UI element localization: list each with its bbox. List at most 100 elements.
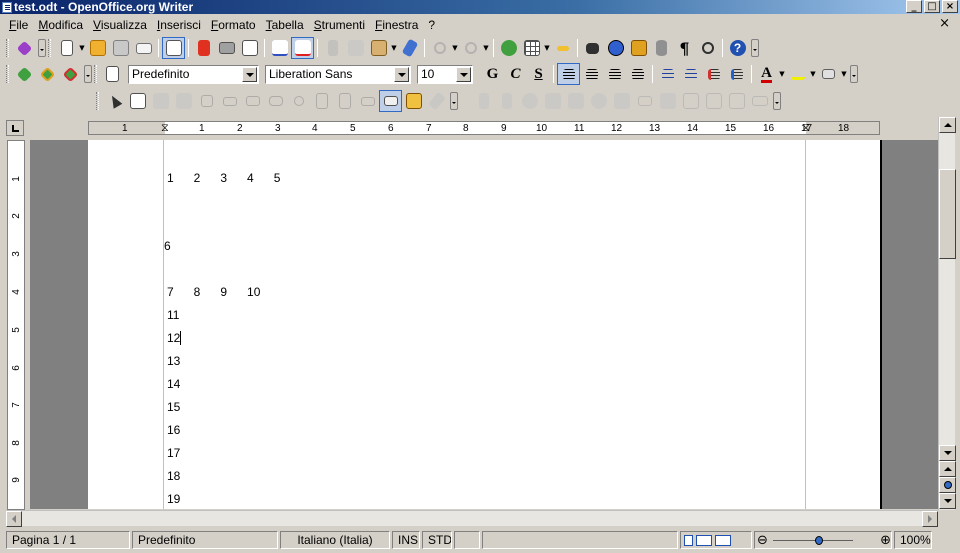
checkbox-icon[interactable] [195,90,218,112]
document-line[interactable]: 14 [167,377,180,391]
wizards-icon[interactable] [425,90,448,112]
zoom-track[interactable] [773,540,853,541]
chevron-down-icon[interactable] [456,66,471,82]
align-left-icon[interactable] [557,63,580,85]
tab-stop-selector[interactable] [6,120,24,136]
chevron-down-icon[interactable]: ▼ [809,70,817,78]
form-properties-icon[interactable] [172,90,195,112]
page-style-indicator[interactable]: Predefinito [132,531,278,549]
scroll-left-button[interactable] [6,511,22,527]
zoom-icon[interactable] [696,37,719,59]
toolbar-grip[interactable] [48,39,51,57]
numerical-field-icon[interactable] [633,90,656,112]
right-indent-marker[interactable]: ⧖ [802,122,810,134]
styles-formatting-icon[interactable] [101,63,124,85]
page-indicator[interactable]: Pagina 1 / 1 [6,531,130,549]
push-button-icon[interactable] [264,90,287,112]
document-line-1[interactable]: 1 2 3 4 5 [167,171,280,185]
menu-file[interactable]: File [4,16,33,34]
print-preview-icon[interactable] [238,37,261,59]
toolbar-grip[interactable] [6,39,9,57]
language-indicator[interactable]: Italiano (Italia) [280,531,390,549]
gallery-icon[interactable] [627,37,650,59]
control-properties-icon[interactable] [149,90,172,112]
chevron-down-icon[interactable] [242,66,257,82]
form-control-icon-1[interactable] [472,90,495,112]
chevron-down-icon[interactable]: ▼ [840,70,848,78]
redo-icon[interactable] [459,37,482,59]
next-page-button[interactable] [939,493,956,509]
underline-button[interactable]: S [527,63,550,85]
table-control-icon[interactable] [725,90,748,112]
document-line[interactable]: 18 [167,469,180,483]
zoom-in-icon[interactable]: ⊕ [880,534,891,547]
new-document-icon[interactable] [55,37,78,59]
document-line[interactable]: 17 [167,446,180,460]
document-line[interactable]: 15 [167,400,180,414]
zoom-knob[interactable] [815,536,823,545]
scroll-down-button[interactable] [939,445,956,461]
align-right-icon[interactable] [603,63,626,85]
navigation-button[interactable] [939,477,956,493]
form-control-icon-8[interactable] [656,90,679,112]
chevron-down-icon[interactable]: ▼ [543,44,551,52]
group-box-icon[interactable] [356,90,379,112]
bullets-icon[interactable] [679,63,702,85]
increase-indent-icon[interactable] [725,63,748,85]
numbering-icon[interactable] [656,63,679,85]
chevron-down-icon[interactable]: ▼ [482,44,490,52]
chevron-down-icon[interactable]: ▼ [78,44,86,52]
previous-page-button[interactable] [939,461,956,477]
text-box-icon[interactable] [241,90,264,112]
cut-icon[interactable] [321,37,344,59]
form-control-icon-6[interactable] [587,90,610,112]
update-icon[interactable] [13,37,36,59]
menu-formato[interactable]: Formato [206,16,261,34]
design-mode-icon[interactable] [126,90,149,112]
form-control-icon-9[interactable] [679,90,702,112]
horizontal-scrollbar[interactable] [6,510,938,527]
toolbar-expand-button[interactable] [850,65,858,83]
toolbar-grip[interactable] [96,92,99,110]
document-line-2[interactable]: 6 [164,239,171,253]
label-field-icon[interactable] [218,90,241,112]
copy-icon[interactable] [344,37,367,59]
zoom-percentage[interactable]: 100% [894,531,932,549]
form-control-icon-5[interactable] [564,90,587,112]
highlighting-icon[interactable] [786,63,809,85]
form-control-icon-3[interactable] [518,90,541,112]
chevron-down-icon[interactable]: ▼ [451,44,459,52]
print-icon[interactable] [215,37,238,59]
menu-help[interactable]: ? [423,16,440,34]
form-control-icon-7[interactable] [610,90,633,112]
extension-icon-3[interactable] [59,63,82,85]
list-box-icon[interactable] [310,90,333,112]
scroll-up-button[interactable] [939,117,956,133]
form-design-icon[interactable] [402,90,425,112]
extension-icon-1[interactable] [13,63,36,85]
font-name-select[interactable]: Liberation Sans [265,64,411,84]
toolbar-grip[interactable] [94,65,97,83]
book-view-icon[interactable] [715,534,731,546]
scroll-right-button[interactable] [922,511,938,527]
italic-button[interactable]: C [504,63,527,85]
navigator-icon[interactable] [604,37,627,59]
menu-finestra[interactable]: Finestra [370,16,423,34]
menu-inserisci[interactable]: Inserisci [152,16,206,34]
toolbar-grip[interactable] [6,65,9,83]
chevron-down-icon[interactable]: ▼ [778,70,786,78]
background-color-icon[interactable] [817,63,840,85]
document-line-11[interactable]: 11 [167,308,179,322]
find-replace-icon[interactable] [581,37,604,59]
formatting-marks-icon[interactable]: ¶ [673,37,696,59]
select-pointer-icon[interactable] [103,90,126,112]
table-icon[interactable] [520,37,543,59]
option-button-icon[interactable] [287,90,310,112]
scroll-thumb[interactable] [939,169,956,259]
font-size-select[interactable]: 10 [417,64,473,84]
document-line[interactable]: 16 [167,423,180,437]
single-page-view-icon[interactable] [684,534,693,546]
left-indent-marker[interactable]: ⧖ [161,122,169,134]
combo-box-icon[interactable] [333,90,356,112]
undo-icon[interactable] [428,37,451,59]
